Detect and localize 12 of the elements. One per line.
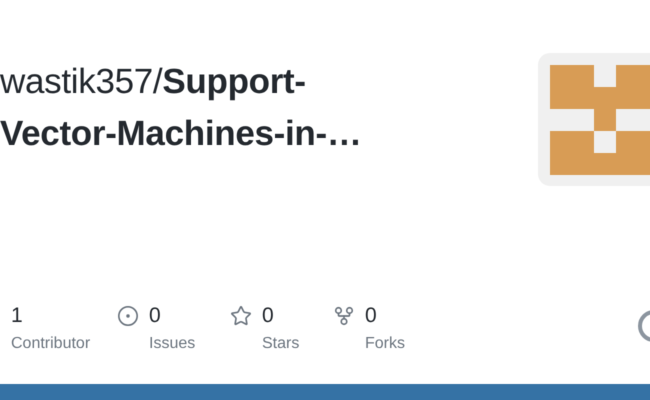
fork-icon [333, 305, 355, 327]
star-icon [230, 305, 252, 327]
stat-label: Issues [149, 334, 196, 354]
stat-count: 1 [11, 304, 24, 328]
stat-count: 0 [149, 304, 162, 328]
issue-icon [117, 305, 139, 327]
stat-count: 0 [365, 304, 378, 328]
stat-label: Stars [262, 334, 300, 354]
repo-title-line: Vector-Machines-in-… [0, 113, 362, 155]
stat-count: 0 [262, 304, 275, 328]
stat-label: Contributor [11, 334, 90, 354]
stat-label: Forks [365, 334, 405, 354]
